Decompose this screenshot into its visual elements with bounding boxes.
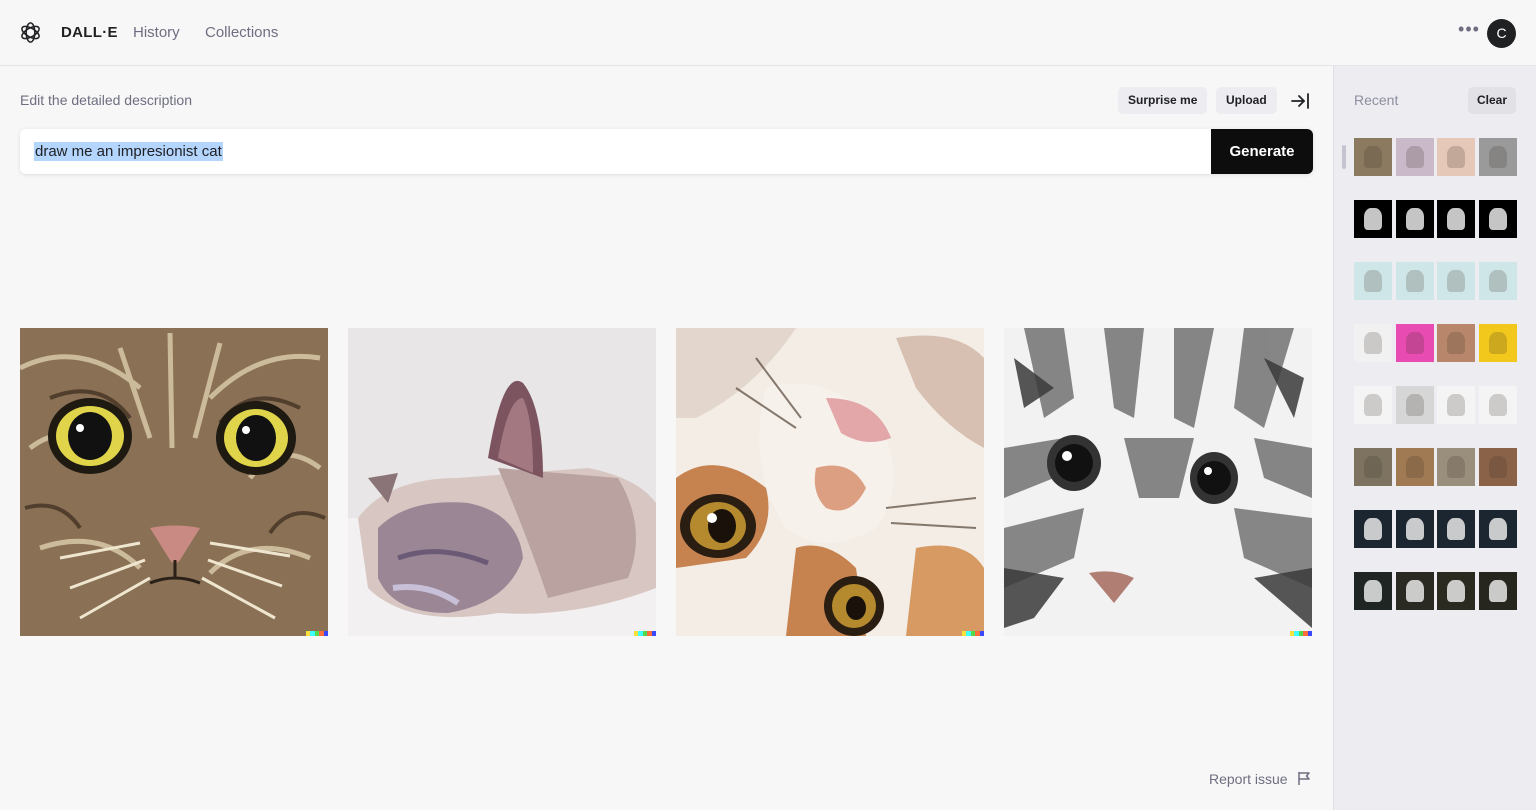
recent-thumbnail[interactable] [1479,572,1517,610]
recent-thumbnail[interactable] [1437,262,1475,300]
openai-logo-icon[interactable] [19,21,42,44]
recent-thumbnail[interactable] [1396,572,1434,610]
recent-thumbnail[interactable] [1354,324,1392,362]
prompt-input[interactable]: draw me an impresionist cat Generate [20,129,1313,174]
recent-thumbnail[interactable] [1354,200,1392,238]
recent-thumbnail[interactable] [1396,510,1434,548]
result-image-tabby-cat[interactable] [20,328,328,636]
recent-thumbnail[interactable] [1354,262,1392,300]
flag-icon[interactable] [1297,771,1311,786]
recent-thumbnail[interactable] [1396,386,1434,424]
dalle-signature-icon [962,631,984,636]
recent-thumbnail[interactable] [1396,200,1434,238]
recent-thumbnail[interactable] [1479,448,1517,486]
prompt-text[interactable]: draw me an impresionist cat [34,142,223,161]
more-horizontal-icon[interactable]: ••• [1456,20,1482,42]
result-image-orange-white-cat[interactable] [676,328,984,636]
recent-thumbnail[interactable] [1437,200,1475,238]
recent-thumbnail[interactable] [1479,510,1517,548]
collapse-sidebar-icon[interactable] [1289,90,1311,112]
recent-thumbnail[interactable] [1437,448,1475,486]
recent-thumbnail[interactable] [1437,572,1475,610]
avatar[interactable]: C [1487,19,1516,48]
recent-thumbnail[interactable] [1437,386,1475,424]
recent-thumbnail[interactable] [1354,138,1392,176]
top-bar: DALL·E History Collections ••• C [0,0,1536,66]
generate-button[interactable]: Generate [1211,129,1313,174]
dalle-signature-icon [1290,631,1312,636]
surprise-me-button[interactable]: Surprise me [1118,87,1208,114]
result-image-siamese-cat[interactable] [348,328,656,636]
nav-collections[interactable]: Collections [205,24,278,41]
recent-thumbnail[interactable] [1437,510,1475,548]
recent-thumbnail[interactable] [1396,138,1434,176]
recent-thumbnail[interactable] [1396,262,1434,300]
recent-thumbnail[interactable] [1479,138,1517,176]
upload-button[interactable]: Upload [1216,87,1277,114]
recent-thumbnail[interactable] [1479,324,1517,362]
nav-history[interactable]: History [133,24,180,41]
recent-thumbnail[interactable] [1396,324,1434,362]
recent-thumbnail[interactable] [1479,262,1517,300]
recent-thumbnail[interactable] [1479,200,1517,238]
recent-label: Recent [1354,92,1399,108]
recent-sidebar: Recent Clear [1333,66,1536,810]
recent-thumbnail[interactable] [1354,448,1392,486]
sidebar-scrollbar[interactable] [1342,145,1346,169]
recent-thumbnail[interactable] [1354,386,1392,424]
recent-thumbnail[interactable] [1437,324,1475,362]
brand-title[interactable]: DALL·E [61,24,118,41]
recent-thumbnail[interactable] [1479,386,1517,424]
recent-thumbnail[interactable] [1437,138,1475,176]
recent-thumbnail[interactable] [1396,448,1434,486]
report-issue-link[interactable]: Report issue [1209,771,1288,787]
dalle-signature-icon [306,631,328,636]
edit-description-label: Edit the detailed description [20,92,192,108]
result-image-grey-tabby-cat[interactable] [1004,328,1312,636]
clear-button[interactable]: Clear [1468,87,1517,114]
recent-thumbnail[interactable] [1354,510,1392,548]
recent-thumbnail[interactable] [1354,572,1392,610]
dalle-signature-icon [634,631,656,636]
